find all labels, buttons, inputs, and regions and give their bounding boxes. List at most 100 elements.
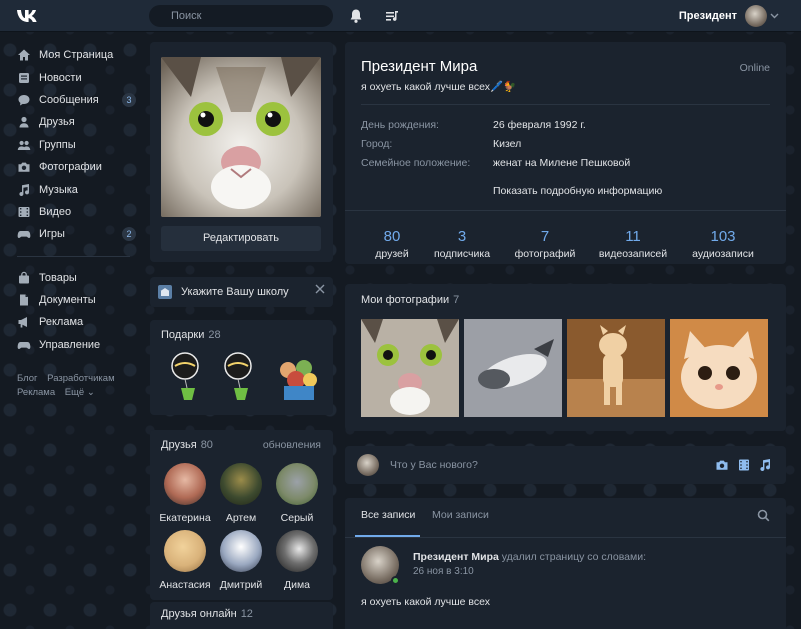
friend-name: Дмитрий — [219, 579, 263, 591]
new-post-input[interactable]: Что у Вас нового? — [390, 459, 478, 471]
vk-logo-icon[interactable] — [16, 8, 44, 24]
home-icon — [18, 49, 30, 61]
sidebar-item-label: Сообщения — [39, 93, 99, 106]
music-icon[interactable] — [758, 458, 772, 472]
gifts-panel: Подарки 28 — [150, 320, 333, 415]
post-date[interactable]: 26 ноя в 3:10 — [413, 566, 474, 577]
new-post-panel: Что у Вас нового? — [345, 446, 786, 484]
counter-followers[interactable]: 3 подписчика — [417, 228, 507, 260]
friend-card[interactable]: Екатерина — [156, 463, 214, 524]
friend-card[interactable]: Артем — [212, 463, 270, 524]
sidebar-item-news[interactable]: Новости — [0, 66, 140, 88]
gift-balloon-icon[interactable] — [167, 350, 207, 404]
sidebar-item-friends[interactable]: Друзья — [0, 111, 140, 133]
friends-online-header[interactable]: Друзья онлайн 12 — [161, 608, 253, 620]
cat-standing-photo-icon — [567, 319, 665, 417]
sidebar-item-video[interactable]: Видео — [0, 201, 140, 223]
counter-videos[interactable]: 11 видеозаписей — [588, 228, 678, 260]
footer-link-blog[interactable]: Блог — [17, 373, 38, 384]
counter-number: 103 — [710, 228, 736, 245]
post-header: Президент Мира удалил страницу со словам… — [413, 551, 646, 563]
profile-menu-name[interactable]: Президент — [679, 10, 737, 22]
edit-profile-button[interactable]: Редактировать — [161, 226, 321, 251]
friend-name: Дима — [283, 579, 311, 591]
sidebar-item-photos[interactable]: Фотографии — [0, 156, 140, 178]
pigeon-photo-icon — [464, 319, 562, 417]
avatar[interactable] — [745, 5, 767, 27]
search-icon[interactable] — [757, 509, 770, 522]
tab-my-posts[interactable]: Мои записи — [432, 509, 489, 521]
info-row-city: Город: Кизел — [361, 138, 521, 150]
info-label: Семейное положение: — [361, 157, 471, 169]
counter-photos[interactable]: 7 фотографий — [500, 228, 590, 260]
friend-avatar — [220, 530, 262, 572]
post-author[interactable]: Президент Мира — [413, 551, 499, 563]
friends-title: Друзья — [161, 439, 197, 451]
footer-link-more[interactable]: Ещё ⌄ — [65, 387, 95, 398]
friend-name: Екатерина — [159, 512, 211, 524]
friend-card[interactable]: Дмитрий — [212, 530, 270, 591]
gift-box-icon[interactable] — [274, 350, 322, 404]
counter-audio[interactable]: 103 аудиозаписи — [678, 228, 768, 260]
bell-icon[interactable] — [348, 8, 364, 24]
friend-card[interactable]: Дима — [268, 530, 326, 591]
show-more-info-link[interactable]: Показать подробную информацию — [493, 185, 662, 197]
counter-label: видеозаписей — [598, 248, 668, 260]
gifts-header[interactable]: Подарки 28 — [161, 329, 221, 341]
school-icon — [158, 285, 172, 299]
photo-thumb[interactable] — [361, 319, 459, 417]
school-prompt-text: Укажите Вашу школу — [181, 286, 289, 298]
counter-number: 7 — [540, 228, 550, 245]
footer-link-ads[interactable]: Реклама — [17, 387, 55, 398]
news-icon — [19, 72, 29, 83]
info-value[interactable]: женат на Милене Пешковой — [493, 157, 630, 169]
search-input[interactable]: Поиск — [149, 5, 333, 27]
sidebar-item-management[interactable]: Управление — [0, 334, 140, 356]
status-text[interactable]: я охуеть какой лучше всех🖊️🐓 — [361, 80, 516, 93]
friends-online-title: Друзья онлайн — [161, 608, 237, 620]
tab-all-posts[interactable]: Все записи — [361, 509, 415, 521]
sidebar-item-games[interactable]: Игры 2 — [0, 223, 140, 245]
friends-online-panel: Друзья онлайн 12 — [150, 602, 333, 629]
friend-card[interactable]: Анастасия — [156, 530, 214, 591]
sidebar-item-music[interactable]: Музыка — [0, 178, 140, 200]
friend-avatar — [164, 463, 206, 505]
gifts-count: 28 — [208, 329, 221, 341]
footer-link-developers[interactable]: Разработчикам — [47, 373, 114, 384]
close-icon[interactable] — [315, 284, 325, 294]
sidebar-item-goods[interactable]: Товары — [0, 267, 140, 289]
counter-number: 3 — [457, 228, 467, 245]
video-icon[interactable] — [737, 458, 751, 472]
gift-balloon-icon[interactable] — [220, 350, 260, 404]
music-player-icon[interactable] — [384, 8, 400, 24]
profile-photo-panel: Редактировать — [150, 42, 333, 262]
photo-thumb[interactable] — [670, 319, 768, 417]
school-prompt-panel[interactable]: Укажите Вашу школу — [150, 277, 333, 307]
friend-name: Артем — [225, 512, 257, 524]
photo-thumb[interactable] — [567, 319, 665, 417]
video-icon — [18, 206, 30, 217]
wall-panel: Все записи Мои записи Президент Мира уда… — [345, 498, 786, 629]
photos-header[interactable]: Мои фотографии 7 — [361, 294, 459, 306]
photo-thumb[interactable] — [464, 319, 562, 417]
friend-card[interactable]: Серый — [268, 463, 326, 524]
friends-updates-link[interactable]: обновления — [263, 439, 321, 451]
sidebar-item-ads[interactable]: Реклама — [0, 311, 140, 333]
info-value[interactable]: Кизел — [493, 138, 521, 150]
counter-label: фотографий — [514, 248, 576, 260]
profile-photo[interactable] — [161, 57, 321, 217]
friends-panel: Друзья 80 обновления Екатерина Артем Серы… — [150, 430, 333, 600]
camera-icon[interactable] — [715, 458, 729, 472]
info-value[interactable]: 26 февраля 1992 г. — [493, 119, 586, 131]
sidebar-item-documents[interactable]: Документы — [0, 289, 140, 311]
chevron-down-icon[interactable] — [770, 11, 779, 20]
friend-avatar — [276, 530, 318, 572]
sidebar-item-my-page[interactable]: Моя Страница — [0, 44, 140, 66]
left-sidebar: Моя Страница Новости Сообщения 3 Друзья … — [0, 44, 140, 400]
info-row-birthday: День рождения: 26 февраля 1992 г. — [361, 119, 586, 131]
sidebar-item-messages[interactable]: Сообщения 3 — [0, 89, 140, 111]
sidebar-item-label: Игры — [39, 228, 65, 241]
friends-header[interactable]: Друзья 80 — [161, 439, 213, 451]
sidebar-item-groups[interactable]: Группы — [0, 134, 140, 156]
sidebar-item-label: Товары — [39, 271, 77, 284]
